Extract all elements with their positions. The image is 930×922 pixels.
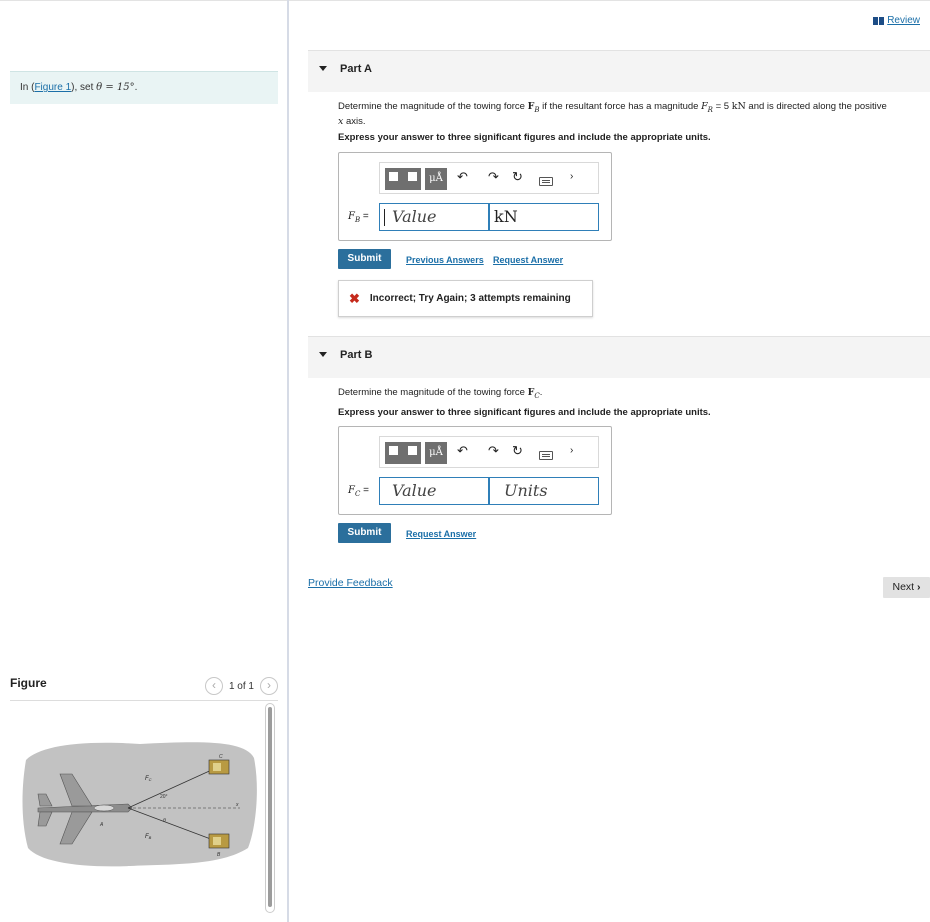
review-label: Review xyxy=(887,15,920,26)
reset-icon[interactable]: ↻ xyxy=(512,169,523,185)
incorrect-feedback: ✖ Incorrect; Try Again; 3 attempts remai… xyxy=(338,280,593,317)
problem-prefix: In ( xyxy=(20,82,35,93)
part-b-submit-button[interactable]: Submit xyxy=(338,523,391,543)
figure-pager: ‹ 1 of 1 › xyxy=(204,677,278,695)
part-b-title: Part B xyxy=(340,349,373,361)
fb-units-input[interactable]: kN xyxy=(489,203,599,231)
redo-icon[interactable]: ↷ xyxy=(488,169,499,185)
next-label: Next xyxy=(892,581,915,593)
figure-scrollbar[interactable] xyxy=(265,703,275,913)
truck-c xyxy=(208,759,230,775)
undo-icon[interactable]: ↶ xyxy=(457,169,468,185)
part-b-request-answer-link[interactable]: Request Answer xyxy=(406,529,476,539)
part-b-answer-box: μÅ ↶ ↷ ↻ › FC = Value Units xyxy=(338,426,612,515)
fb-value-placeholder: Value xyxy=(392,207,437,226)
units-button[interactable]: μÅ xyxy=(425,442,447,464)
part-b-toolbar: μÅ ↶ ↷ ↻ › xyxy=(379,436,599,468)
part-b-instruction: Express your answer to three significant… xyxy=(338,407,711,418)
part-a-question: Determine the magnitude of the towing fo… xyxy=(338,101,887,127)
part-a-instruction: Express your answer to three significant… xyxy=(338,132,711,143)
label-c: C xyxy=(219,754,223,760)
part-a-toolbar: μÅ ↶ ↷ ↻ › xyxy=(379,162,599,194)
theta-value: θ = 15° xyxy=(96,82,135,93)
help-icon[interactable]: › xyxy=(570,169,573,185)
keyboard-icon[interactable] xyxy=(539,451,553,460)
problem-period: . xyxy=(134,82,138,93)
left-pane: In (Figure 1), set θ = 15°. Figure ‹ 1 o… xyxy=(0,0,289,922)
undo-icon[interactable]: ↶ xyxy=(457,443,468,459)
part-a-header[interactable]: Part A xyxy=(308,50,930,92)
caret-down-icon xyxy=(319,66,327,71)
fc-label: FC = xyxy=(348,485,369,498)
chevron-right-icon: › xyxy=(917,581,921,593)
label-x: x xyxy=(235,802,239,808)
error-x-icon: ✖ xyxy=(349,290,360,306)
problem-statement: In (Figure 1), set θ = 15°. xyxy=(10,71,278,104)
label-fc: FC xyxy=(145,776,152,782)
caret-down-icon xyxy=(319,352,327,357)
keyboard-icon[interactable] xyxy=(539,177,553,186)
previous-answers-link[interactable]: Previous Answers xyxy=(406,255,484,265)
label-theta: θ xyxy=(163,818,166,824)
templates-button[interactable] xyxy=(385,442,421,464)
part-a-submit-button[interactable]: Submit xyxy=(338,249,391,269)
fb-label: FB = xyxy=(348,211,369,224)
fc-value-input[interactable]: Value xyxy=(379,477,489,505)
book-icon xyxy=(873,16,885,25)
part-a-title: Part A xyxy=(340,63,372,75)
text-cursor xyxy=(384,209,385,226)
figure-scrollbar-thumb[interactable] xyxy=(268,707,272,907)
units-button[interactable]: μÅ xyxy=(425,168,447,190)
figure-header: Figure ‹ 1 of 1 › xyxy=(10,676,278,701)
label-fb: FB xyxy=(145,834,152,840)
next-figure-button[interactable]: › xyxy=(260,677,278,695)
feedback-text: Incorrect; Try Again; 3 attempts remaini… xyxy=(369,293,571,304)
part-b-header[interactable]: Part B xyxy=(308,336,930,378)
review-link[interactable]: Review xyxy=(873,15,920,26)
label-angle: 20° xyxy=(160,794,168,800)
help-icon[interactable]: › xyxy=(570,443,573,459)
part-a-request-answer-link[interactable]: Request Answer xyxy=(493,255,563,265)
redo-icon[interactable]: ↷ xyxy=(488,443,499,459)
truck-b xyxy=(208,833,230,849)
part-b-question: Determine the magnitude of the towing fo… xyxy=(338,387,543,400)
reset-icon[interactable]: ↻ xyxy=(512,443,523,459)
fc-units-input[interactable]: Units xyxy=(489,477,599,505)
figure-link[interactable]: Figure 1 xyxy=(34,82,71,93)
prev-figure-button[interactable]: ‹ xyxy=(204,677,223,695)
figure-title: Figure xyxy=(10,676,47,690)
provide-feedback-link[interactable]: Provide Feedback xyxy=(308,577,393,589)
templates-button[interactable] xyxy=(385,168,421,190)
part-a-answer-box: μÅ ↶ ↷ ↻ › FB = Value kN xyxy=(338,152,612,241)
problem-suffix: ), set xyxy=(71,82,97,93)
fb-value-input[interactable]: Value xyxy=(379,203,489,231)
label-a: A xyxy=(99,822,104,828)
next-button[interactable]: Next › xyxy=(883,577,930,598)
towing-figure: FC FB 20° θ x A B C xyxy=(22,742,257,867)
pager-text: 1 of 1 xyxy=(228,680,254,692)
